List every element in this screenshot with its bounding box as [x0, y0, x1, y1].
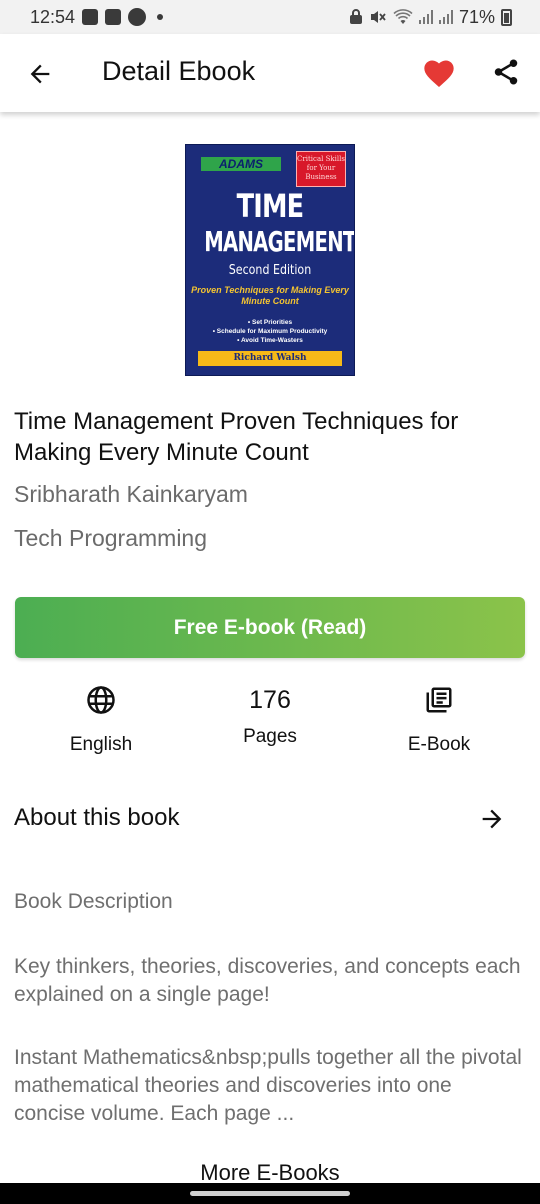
- back-arrow-icon[interactable]: [26, 60, 54, 88]
- cover-title-line1: TIME: [236, 187, 305, 225]
- cover-author: Richard Walsh: [198, 351, 342, 366]
- app-bar: Detail Ebook: [0, 34, 540, 112]
- cover-bullet: • Avoid Time-Wasters: [237, 337, 303, 344]
- page-count: 176: [249, 686, 291, 714]
- cover-subtitle: Proven Techniques for Making Every Minut…: [191, 285, 349, 306]
- language-label: English: [69, 734, 133, 755]
- description-paragraph-2: Instant Mathematics&nbsp;pulls together …: [14, 1046, 522, 1125]
- battery-icon: [501, 8, 512, 26]
- page-title: Detail Ebook: [102, 56, 256, 86]
- pages-info: 176 Pages: [185, 684, 355, 748]
- home-handle[interactable]: [190, 1191, 350, 1196]
- language-info: English: [16, 684, 186, 756]
- cover-edition: Second Edition: [228, 263, 312, 278]
- description-heading: Book Description: [14, 890, 173, 913]
- book-title: Time Management Proven Techniques for Ma…: [14, 408, 459, 466]
- book-author: Sribharath Kainkaryam: [14, 481, 248, 507]
- wifi-icon: [393, 9, 413, 24]
- globe-icon: [87, 686, 115, 714]
- library-books-icon: [426, 687, 452, 713]
- cover-bullet: • Schedule for Maximum Productivity: [212, 328, 328, 335]
- message-notification-icon: [128, 8, 147, 26]
- about-heading[interactable]: About this book: [14, 804, 179, 832]
- cover-bullets: • Set Priorities • Schedule for Maximum …: [190, 318, 350, 345]
- format-info: E-Book: [354, 684, 524, 756]
- cover-publisher: ADAMS: [201, 157, 281, 171]
- status-bar: 12:54 71%: [0, 0, 540, 34]
- cover-title-line2: MANAGEMENT: [204, 225, 355, 258]
- cover-bullet: • Set Priorities: [247, 319, 293, 326]
- book-cover[interactable]: ADAMS Critical Skills for Your Business …: [185, 144, 355, 376]
- system-nav-bar: [0, 1183, 540, 1204]
- description-paragraph: Key thinkers, theories, discoveries, and…: [14, 955, 521, 1006]
- heart-icon[interactable]: [423, 58, 455, 88]
- more-notifications-icon: [157, 14, 164, 20]
- signal-icon: [418, 10, 433, 24]
- signal-2-icon: [438, 10, 453, 24]
- book-category: Tech Programming: [14, 525, 208, 551]
- mute-icon: [370, 11, 386, 23]
- read-ebook-button[interactable]: Free E-book (Read): [15, 597, 525, 658]
- cover-badge: Critical Skills for Your Business: [296, 151, 346, 187]
- lock-icon: [349, 9, 362, 24]
- gallery-notification-icon: [82, 9, 99, 25]
- share-icon[interactable]: [491, 56, 521, 88]
- pages-label: Pages: [243, 726, 297, 747]
- youtube-notification-icon: [105, 9, 122, 25]
- status-time: 12:54: [30, 6, 76, 27]
- arrow-right-icon[interactable]: [478, 805, 506, 833]
- format-label: E-Book: [407, 734, 471, 755]
- battery-percent: 71%: [458, 6, 495, 27]
